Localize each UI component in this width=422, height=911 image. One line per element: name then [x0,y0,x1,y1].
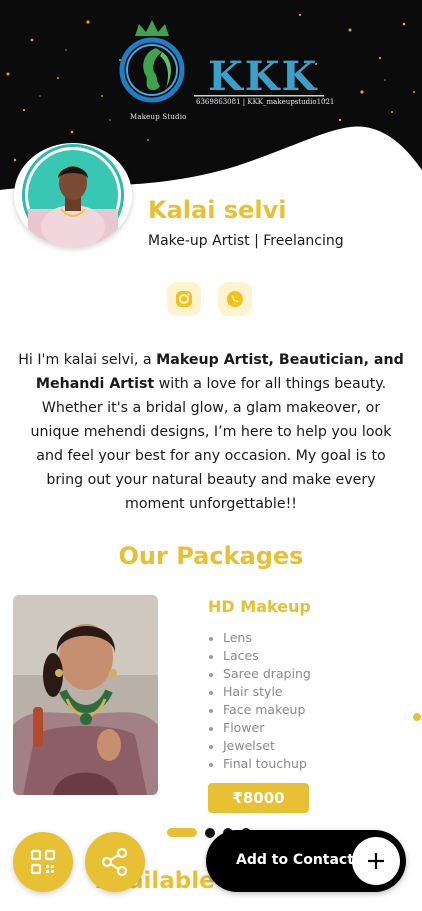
profile-name: Kalai selvi [148,196,287,224]
bio-text: Hi I'm kalai selvi, a Makeup Artist, Bea… [18,348,404,516]
package-item: Saree draping [207,665,311,683]
package-photo-image [13,595,158,795]
plus-icon [352,837,400,885]
package-name: HD Makeup [208,597,311,616]
brand-logo: KKK [119,20,324,103]
package-item: Flower [207,719,311,737]
svg-text:KKK: KKK [208,53,318,100]
package-item: Jewelset [207,737,311,755]
share-button[interactable] [85,832,145,892]
packages-title: Our Packages [118,542,304,570]
carousel-side-indicator[interactable] [413,713,421,721]
package-photo [13,595,158,795]
package-item: Hair style [207,683,311,701]
carousel-dot-active[interactable] [167,828,197,837]
package-item: Lens [207,629,311,647]
qr-code-button[interactable] [13,832,73,892]
package-item: Laces [207,647,311,665]
whatsapp-button[interactable] [218,282,252,316]
instagram-button[interactable] [167,282,201,316]
qr-code-icon [30,849,56,875]
carousel-dot[interactable] [205,828,215,838]
instagram-icon [176,291,192,307]
profile-avatar [14,143,132,247]
package-items: Lens Laces Saree draping Hair style Face… [207,629,311,773]
avatar-photo [22,144,124,247]
add-to-contact-button[interactable]: Add to Contact [206,830,406,892]
profile-role: Make-up Artist | Freelancing [148,233,344,249]
brand-contact-line: 6369863081 | KKK_makeupstudio1021 [196,98,335,106]
add-to-contact-label: Add to Contact [236,852,354,868]
package-item: Face makeup [207,701,311,719]
bio-intro: Hi I'm kalai selvi, a [18,352,157,368]
package-item: Final touchup [207,755,311,773]
share-icon [101,847,128,877]
package-price: ₹8000 [208,783,309,813]
whatsapp-icon [226,290,243,307]
bio-rest: with a love for all things beauty. Wheth… [30,376,392,512]
